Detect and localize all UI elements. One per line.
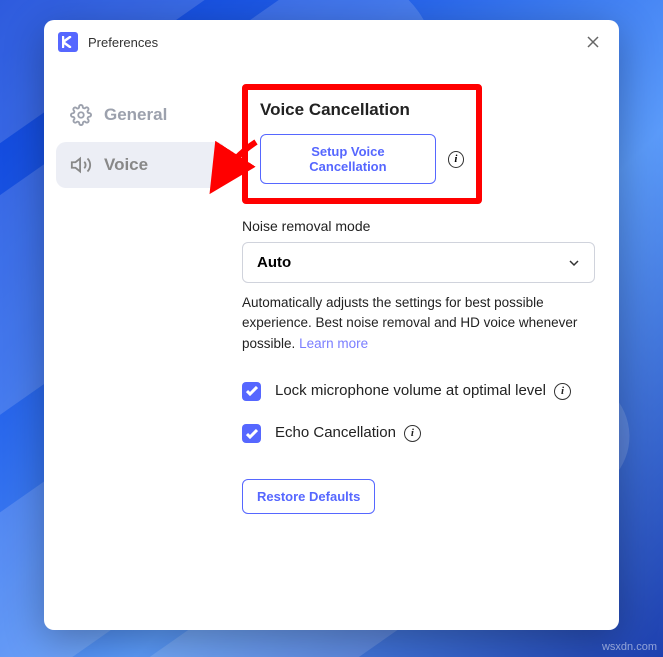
app-logo-icon <box>58 32 78 52</box>
check-icon <box>246 429 258 439</box>
sidebar-item-label: General <box>104 105 167 125</box>
chevron-down-icon <box>568 257 580 269</box>
watermark: wsxdn.com <box>602 641 657 653</box>
check-icon <box>246 386 258 396</box>
noise-mode-value: Auto <box>257 254 291 271</box>
close-button[interactable] <box>581 30 605 54</box>
noise-mode-select[interactable]: Auto <box>242 242 595 283</box>
lock-mic-label: Lock microphone volume at optimal level <box>275 380 546 403</box>
echo-option: Echo Cancellation i <box>242 422 595 445</box>
lock-mic-checkbox[interactable] <box>242 382 261 401</box>
gear-icon <box>70 104 92 126</box>
learn-more-link[interactable]: Learn more <box>299 336 368 351</box>
speaker-icon <box>70 154 92 176</box>
noise-mode-label: Noise removal mode <box>242 218 595 234</box>
sidebar-item-label: Voice <box>104 155 148 175</box>
sidebar-item-general[interactable]: General <box>56 92 226 138</box>
preferences-window: Preferences General Voice <box>44 20 619 630</box>
lock-mic-option: Lock microphone volume at optimal level … <box>242 380 595 403</box>
info-icon[interactable]: i <box>448 151 464 168</box>
restore-defaults-button[interactable]: Restore Defaults <box>242 479 375 514</box>
close-icon <box>587 36 599 48</box>
sidebar-item-voice[interactable]: Voice <box>56 142 226 188</box>
echo-label: Echo Cancellation <box>275 422 396 445</box>
noise-mode-help: Automatically adjusts the settings for b… <box>242 293 595 354</box>
echo-checkbox[interactable] <box>242 424 261 443</box>
window-title: Preferences <box>88 35 571 50</box>
setup-voice-cancellation-button[interactable]: Setup Voice Cancellation <box>260 134 436 184</box>
info-icon[interactable]: i <box>404 425 421 442</box>
titlebar: Preferences <box>44 20 619 64</box>
content-pane: Voice Cancellation Setup Voice Cancellat… <box>242 84 595 606</box>
sidebar: General Voice <box>56 84 226 606</box>
highlight-annotation: Voice Cancellation Setup Voice Cancellat… <box>242 84 482 204</box>
section-title: Voice Cancellation <box>260 100 464 120</box>
info-icon[interactable]: i <box>554 383 571 400</box>
